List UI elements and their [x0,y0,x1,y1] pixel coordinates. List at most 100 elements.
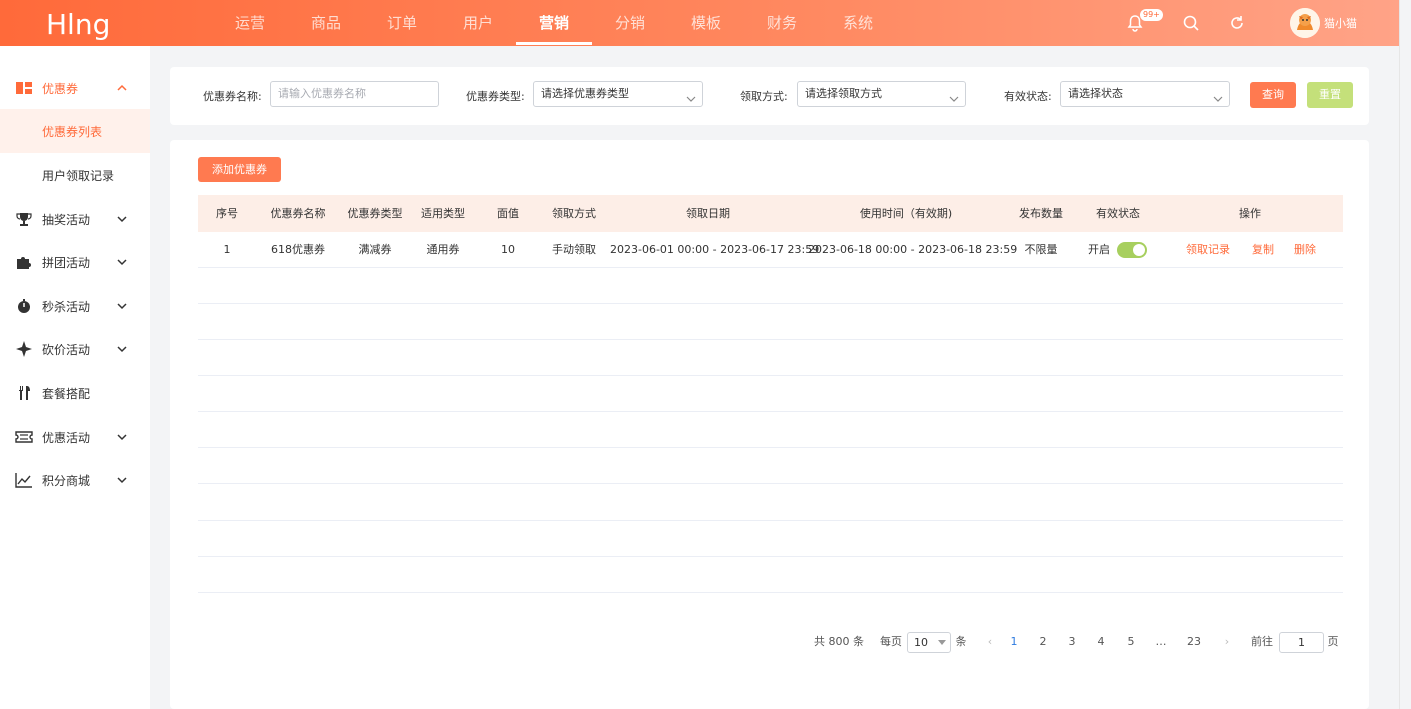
table-row-empty [198,448,1343,484]
chevron-down-icon [1213,89,1223,102]
cell-index: 1 [223,243,231,256]
table-row-empty [198,557,1343,593]
sidebar-item-label: 优惠券列表 [42,124,103,139]
sidebar-item-label: 拼团活动 [42,255,91,270]
nav-item-operations[interactable]: 运营 [212,0,288,46]
sidebar-item-label: 套餐搭配 [42,386,91,401]
prev-page-button[interactable]: ‹ [982,631,998,653]
sidebar-item-coupon-list[interactable]: 优惠券列表 [0,109,150,153]
sidebar-item-label: 优惠活动 [42,430,91,445]
username[interactable]: 猫小猫 [1324,15,1357,31]
sidebar-item-coupons[interactable]: 优惠券 [0,66,150,110]
col-header-actions: 操作 [1239,207,1261,220]
cell-scope: 通用券 [426,243,460,256]
goto-unit: 页 [1327,635,1339,648]
sidebar-item-points-mall[interactable]: 积分商城 [0,458,150,502]
notification-badge: 99+ [1140,9,1163,21]
col-header-value: 面值 [497,207,519,220]
coupon-stub-icon [15,428,33,446]
col-header-status: 有效状态 [1096,207,1140,220]
chevron-down-icon [116,343,128,355]
table-row: 1 618优惠券 满减券 通用券 10 手动领取 2023-06-01 00:0… [198,232,1343,268]
avatar[interactable] [1290,8,1320,38]
status-toggle[interactable] [1117,242,1147,258]
nav-item-finance[interactable]: 财务 [744,0,820,46]
chevron-down-icon [116,300,128,312]
nav-item-system[interactable]: 系统 [820,0,896,46]
chevron-down-icon [949,89,959,102]
goto-page-input[interactable]: 1 [1279,632,1324,653]
cell-name: 618优惠券 [271,243,325,256]
chevron-down-icon [116,431,128,443]
window-scrollbar[interactable] [1399,0,1411,709]
page-button[interactable]: 3 [1062,631,1082,653]
nav-item-users[interactable]: 用户 [440,0,516,46]
page-button[interactable]: 2 [1033,631,1053,653]
ticket-icon [15,79,33,97]
sidebar-item-flash-sale[interactable]: 秒杀活动 [0,284,150,328]
claim-method-select[interactable]: 请选择领取方式 [797,81,966,107]
app-logo[interactable]: Hlng [46,8,110,41]
status-value: 请选择状态 [1068,87,1123,100]
claim-records-link[interactable]: 领取记录 [1183,232,1233,268]
table-row-empty [198,412,1343,448]
page-button[interactable]: 5 [1121,631,1141,653]
sidebar-item-label: 优惠券 [42,81,79,96]
per-page-unit: 条 [955,635,967,648]
per-page-select[interactable]: 10 [907,632,951,653]
page-ellipsis[interactable]: … [1151,631,1171,653]
coupon-type-select[interactable]: 请选择优惠券类型 [533,81,703,107]
sidebar-item-label: 秒杀活动 [42,299,91,314]
sidebar-item-claim-records[interactable]: 用户领取记录 [0,153,150,197]
status-select[interactable]: 请选择状态 [1060,81,1230,107]
cell-status-label: 开启 [1088,243,1110,256]
page-button[interactable]: 4 [1091,631,1111,653]
nav-item-products[interactable]: 商品 [288,0,364,46]
page-button[interactable]: 1 [1004,631,1024,653]
next-page-button[interactable]: › [1219,631,1235,653]
sidebar-item-lottery[interactable]: 抽奖活动 [0,197,150,241]
stopwatch-icon [15,297,33,315]
search-icon[interactable] [1180,12,1202,34]
table-row-empty [198,268,1343,304]
col-header-scope: 适用类型 [421,207,465,220]
cell-method: 手动领取 [552,243,596,256]
coupon-name-input[interactable]: 请输入优惠券名称 [270,81,439,107]
trophy-icon [15,210,33,228]
sidebar: 优惠券 优惠券列表 用户领取记录 抽奖活动 拼团活动 秒杀活动 砍价活动 套餐搭… [0,46,150,709]
add-coupon-button[interactable]: 添加优惠券 [198,157,281,182]
chevron-down-icon [116,213,128,225]
sparkle-icon [15,340,33,358]
sidebar-item-combo[interactable]: 套餐搭配 [0,371,150,415]
pagination-total: 共 800 条 [814,635,864,648]
goto-label: 前往 [1251,635,1273,648]
nav-item-orders[interactable]: 订单 [364,0,440,46]
page-button[interactable]: 23 [1182,631,1206,653]
caret-down-icon [938,640,946,645]
col-header-method: 领取方式 [552,207,596,220]
table-row-empty [198,340,1343,376]
utensils-icon [15,384,33,402]
reset-button[interactable]: 重置 [1307,82,1353,108]
delete-link[interactable]: 删除 [1290,232,1320,268]
coupon-type-value: 请选择优惠券类型 [541,87,629,100]
cell-use-time: 2023-06-18 00:00 - 2023-06-18 23:59 [808,243,1018,256]
nav-item-templates[interactable]: 模板 [668,0,744,46]
table-header: 序号 优惠券名称 优惠券类型 适用类型 面值 领取方式 领取日期 使用时间（有效… [198,195,1343,232]
per-page-value: 10 [914,636,928,649]
per-page-label: 每页 [880,635,902,648]
col-header-claim-date: 领取日期 [686,207,730,220]
sidebar-item-group-buy[interactable]: 拼团活动 [0,240,150,284]
cell-claim-date: 2023-06-01 00:00 - 2023-06-17 23:59 [610,243,820,256]
copy-link[interactable]: 复制 [1248,232,1278,268]
nav-item-marketing[interactable]: 营销 [516,0,592,46]
sidebar-item-promotions[interactable]: 优惠活动 [0,415,150,459]
nav-item-distribution[interactable]: 分销 [592,0,668,46]
coupon-name-label: 优惠券名称: [203,90,262,103]
query-button[interactable]: 查询 [1250,82,1296,108]
sidebar-item-label: 积分商城 [42,473,91,488]
refresh-icon[interactable] [1226,12,1248,34]
sidebar-item-bargain[interactable]: 砍价活动 [0,327,150,371]
chart-icon [15,471,33,489]
top-bar: Hlng 运营 商品 订单 用户 营销 分销 模板 财务 系统 99+ 猫小猫 [0,0,1399,46]
